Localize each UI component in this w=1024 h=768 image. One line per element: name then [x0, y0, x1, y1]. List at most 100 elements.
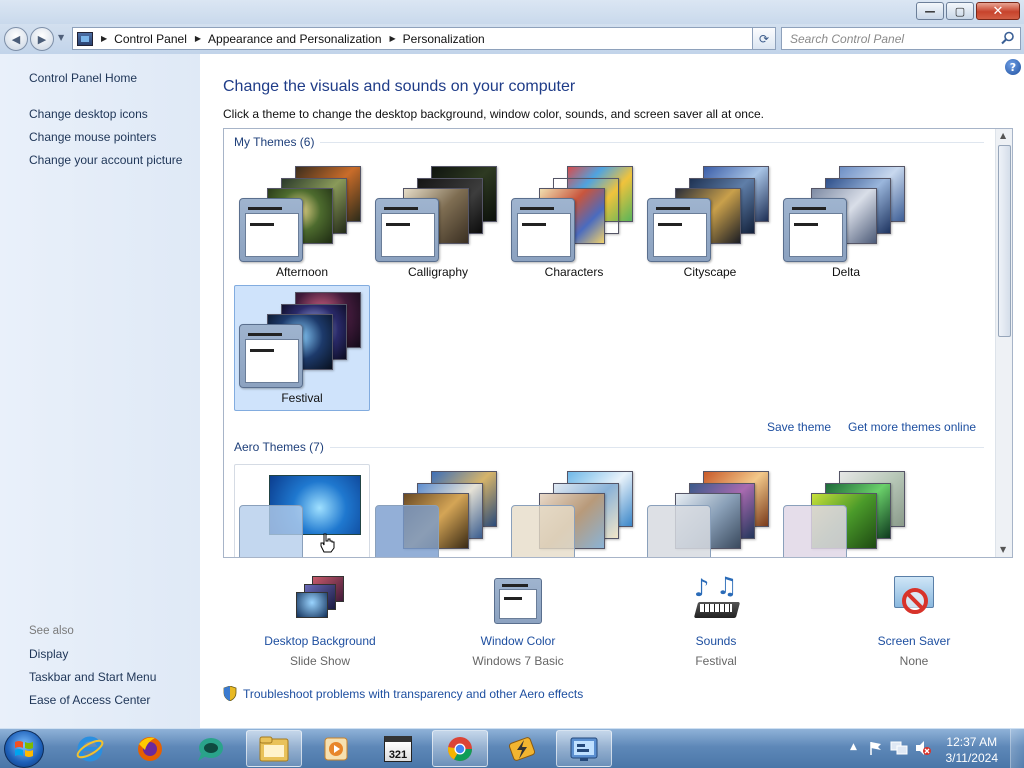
- taskbar-chat-app[interactable]: [182, 730, 238, 767]
- window-color-setting[interactable]: Window Color Windows 7 Basic: [428, 576, 608, 668]
- shield-icon: [223, 686, 237, 701]
- left-navigation-pane: Control Panel Home Change desktop icons …: [0, 54, 200, 728]
- display-link[interactable]: Display: [29, 647, 68, 661]
- page-subtitle: Click a theme to change the desktop back…: [223, 107, 764, 121]
- taskbar-start-menu-link[interactable]: Taskbar and Start Menu: [29, 670, 156, 684]
- group-divider: [234, 142, 984, 143]
- back-button[interactable]: ◀: [4, 27, 28, 51]
- sounds-value: Festival: [695, 654, 737, 668]
- desktop-background-icon: [290, 576, 350, 628]
- refresh-icon: ⟳: [758, 31, 770, 46]
- screen-saver-icon: [884, 576, 944, 628]
- media-player-icon: [324, 737, 348, 760]
- scrollbar-thumb[interactable]: [998, 145, 1011, 337]
- windows-logo-icon: [15, 741, 33, 757]
- theme-delta[interactable]: Delta: [778, 159, 914, 285]
- breadcrumb-separator-icon[interactable]: ▶: [390, 34, 396, 43]
- troubleshoot-label: Troubleshoot problems with transparency …: [243, 687, 584, 701]
- ease-of-access-link[interactable]: Ease of Access Center: [29, 693, 150, 707]
- taskbar-file-explorer[interactable]: [246, 730, 302, 767]
- breadcrumb-control-panel[interactable]: Control Panel: [114, 32, 187, 46]
- screen-saver-label[interactable]: Screen Saver: [824, 634, 1004, 648]
- theme-preview: [647, 164, 775, 264]
- folder-icon: [259, 736, 289, 761]
- window-color-icon: [488, 576, 548, 628]
- search-input[interactable]: Search Control Panel: [781, 27, 1021, 50]
- calendar-icon: 321: [384, 735, 412, 762]
- change-mouse-pointers-link[interactable]: Change mouse pointers: [29, 130, 156, 144]
- caption-buttons: — ▢ ✕: [916, 2, 1020, 20]
- aero-theme-windows-7[interactable]: [234, 464, 370, 557]
- aero-theme-architecture[interactable]: [370, 464, 506, 557]
- refresh-button[interactable]: ⟳: [752, 27, 776, 50]
- theme-preview: [647, 469, 775, 557]
- close-button[interactable]: ✕: [976, 2, 1020, 20]
- window-icon: [239, 324, 303, 388]
- system-tray: ▲ 12:37 AM 3/11/2024: [834, 729, 1024, 768]
- taskbar-control-panel[interactable]: [556, 730, 612, 767]
- clock[interactable]: 12:37 AM 3/11/2024: [946, 734, 999, 766]
- get-more-themes-link[interactable]: Get more themes online: [848, 420, 976, 434]
- search-icon[interactable]: [1001, 31, 1015, 45]
- firefox-icon: [138, 736, 162, 761]
- taskbar-app-lightning[interactable]: [494, 730, 550, 767]
- volume-muted-icon[interactable]: [914, 740, 932, 756]
- sounds-label[interactable]: Sounds: [626, 634, 806, 648]
- screen-saver-setting[interactable]: Screen Saver None: [824, 576, 1004, 668]
- taskbar-media-player[interactable]: [308, 730, 364, 767]
- breadcrumb-appearance[interactable]: Appearance and Personalization: [208, 32, 381, 46]
- desktop-background-setting[interactable]: Desktop Background Slide Show: [230, 576, 410, 668]
- taskbar: 321 ▲ 12:37 AM 3/11/2024: [0, 728, 1024, 768]
- change-desktop-icons-link[interactable]: Change desktop icons: [29, 107, 148, 121]
- window-icon: [375, 198, 439, 262]
- action-center-flag-icon[interactable]: [868, 740, 884, 756]
- window-color-label[interactable]: Window Color: [428, 634, 608, 648]
- aero-theme-landscapes[interactable]: [642, 464, 778, 557]
- show-hidden-icons-icon[interactable]: ▲: [850, 742, 857, 752]
- theme-list-scrollbar[interactable]: ▲ ▼: [995, 129, 1012, 557]
- theme-calligraphy[interactable]: Calligraphy: [370, 159, 506, 285]
- back-arrow-icon: ◀: [11, 32, 21, 46]
- breadcrumb-separator-icon[interactable]: ▶: [101, 34, 107, 43]
- taskbar-chrome[interactable]: [432, 730, 488, 767]
- taskbar-firefox[interactable]: [122, 730, 178, 767]
- theme-label: Delta: [831, 265, 860, 279]
- theme-preview: [375, 469, 503, 557]
- clock-date: 3/11/2024: [945, 751, 999, 765]
- minimize-button[interactable]: —: [916, 2, 944, 20]
- theme-label: Afternoon: [275, 265, 329, 279]
- taskbar-internet-explorer[interactable]: [62, 730, 118, 767]
- change-account-picture-link[interactable]: Change your account picture: [29, 153, 182, 167]
- taskbar-calendar-app[interactable]: 321: [370, 730, 426, 767]
- control-panel-home-link[interactable]: Control Panel Home: [29, 71, 137, 85]
- show-desktop-button[interactable]: [1010, 729, 1024, 768]
- sounds-setting[interactable]: ♪ ♫ Sounds Festival: [626, 572, 806, 668]
- theme-list[interactable]: My Themes (6) Afternoon Calligraphy Char…: [223, 128, 1013, 558]
- window-color-value: Windows 7 Basic: [472, 654, 564, 668]
- network-icon[interactable]: [890, 740, 908, 756]
- save-theme-link[interactable]: Save theme: [767, 420, 831, 434]
- aero-theme-characters[interactable]: [506, 464, 642, 557]
- troubleshoot-link[interactable]: Troubleshoot problems with transparency …: [223, 686, 583, 701]
- aero-theme-nature[interactable]: [778, 464, 914, 557]
- page-title: Change the visuals and sounds on your co…: [223, 78, 576, 95]
- theme-characters[interactable]: Characters: [506, 159, 642, 285]
- maximize-button[interactable]: ▢: [946, 2, 974, 20]
- breadcrumb-personalization[interactable]: Personalization: [403, 32, 485, 46]
- theme-festival[interactable]: Festival: [234, 285, 370, 411]
- scroll-down-icon[interactable]: ▼: [1000, 545, 1006, 554]
- theme-label: Calligraphy: [407, 265, 469, 279]
- help-icon[interactable]: ?: [1005, 59, 1021, 75]
- forward-button[interactable]: ▶: [30, 27, 54, 51]
- window-icon: [647, 198, 711, 262]
- address-bar[interactable]: ▶ Control Panel ▶ Appearance and Persona…: [72, 27, 775, 50]
- scroll-up-icon[interactable]: ▲: [1000, 131, 1006, 140]
- sounds-icon: ♪ ♫: [686, 572, 746, 628]
- desktop-background-label[interactable]: Desktop Background: [230, 634, 410, 648]
- start-button[interactable]: [4, 730, 44, 768]
- recent-pages-dropdown-icon[interactable]: ▼: [58, 33, 64, 42]
- hand-cursor-icon: [320, 533, 335, 553]
- theme-afternoon[interactable]: Afternoon: [234, 159, 370, 285]
- theme-cityscape[interactable]: Cityscape: [642, 159, 778, 285]
- breadcrumb-separator-icon[interactable]: ▶: [195, 34, 201, 43]
